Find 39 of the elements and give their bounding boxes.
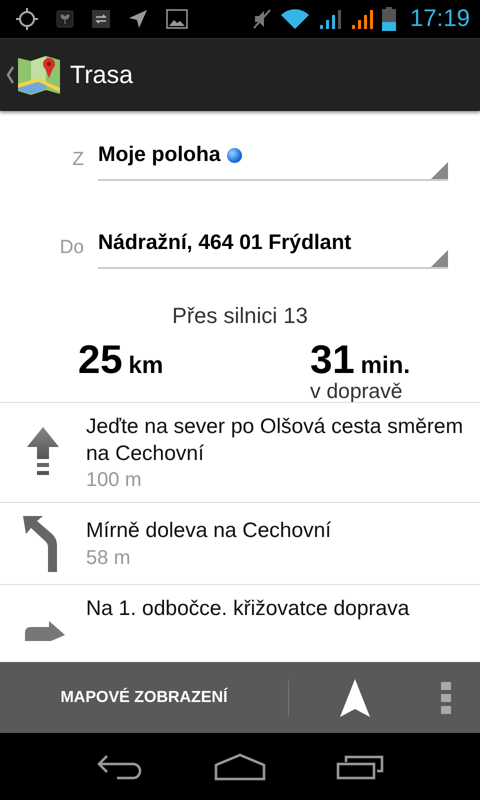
traffic-note: v dopravě: [310, 381, 404, 402]
overflow-menu-icon: [441, 682, 451, 714]
step-instruction: Na 1. odbočce. křižovatce doprava: [86, 596, 410, 622]
step-distance: 58 m: [86, 546, 132, 570]
duration-total: 31: [310, 339, 355, 381]
back-caret-icon: [6, 66, 14, 84]
route-via: Přes silnici 13: [171, 303, 309, 329]
location-dot-icon: [226, 148, 242, 162]
muted-speaker-icon: [252, 8, 272, 30]
direction-step[interactable]: Mírně doleva na Cechovní 58 m: [0, 503, 480, 585]
distance-unit: km: [128, 352, 164, 380]
field-label: Do: [58, 237, 84, 260]
distance-total: 25: [78, 339, 122, 381]
location-dropdown[interactable]: Moje poloha: [98, 135, 448, 181]
map-app-icon: [16, 54, 62, 96]
gps-icon: [16, 8, 38, 30]
dropdown-corner-icon: [431, 162, 448, 179]
duration-unit: min.: [360, 352, 410, 380]
step-instruction: Jeďte na sever po Olšová cesta směrem na Cechovní: [86, 414, 464, 467]
direction-step[interactable]: Jeďte na sever po Olšová cesta směrem na Cechovní 100 m: [0, 403, 480, 503]
location-dropdown[interactable]: Nádražní, 464 01 Frýdlant: [98, 223, 448, 269]
back-icon: [97, 754, 143, 780]
wifi-icon: [280, 8, 310, 30]
dropdown-corner-icon: [431, 250, 448, 267]
navigation-arrow-icon: [128, 9, 148, 29]
signal-icon: [318, 8, 342, 30]
clock-time: 17:19: [410, 5, 470, 33]
battery-icon: [382, 7, 396, 31]
image-icon: [166, 9, 188, 29]
signal-icon: [350, 8, 374, 30]
step-instruction: Mírně doleva na Cechovní: [86, 518, 332, 544]
field-label: Z: [71, 149, 84, 172]
step-distance: 100 m: [86, 469, 143, 492]
navigation-arrow-icon: [340, 678, 370, 716]
recent-apps-icon: [336, 754, 384, 780]
screen-title: Trasa: [70, 60, 133, 90]
leaf-icon: [56, 10, 74, 28]
home-icon: [214, 752, 266, 780]
sync-icon: [92, 10, 110, 28]
